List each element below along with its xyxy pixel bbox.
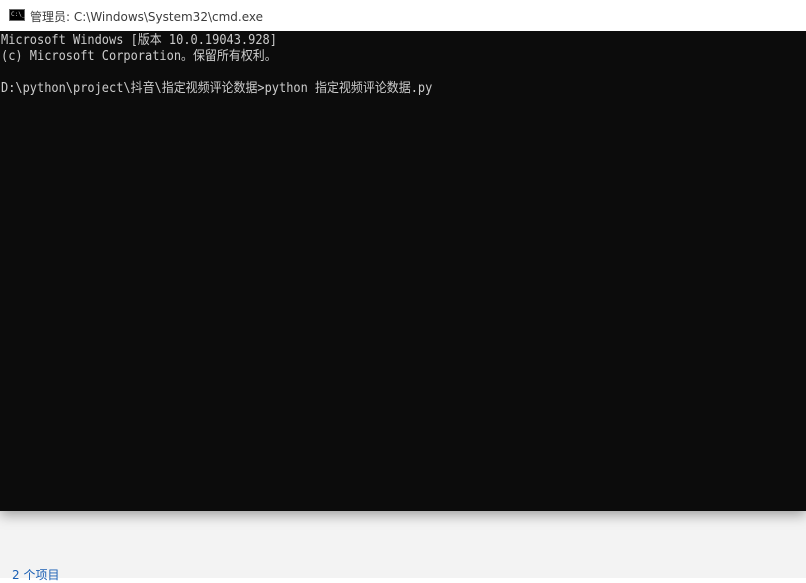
cmd-window[interactable]: 管理员: C:\Windows\System32\cmd.exe Microso… bbox=[0, 0, 806, 511]
cmd-icon bbox=[9, 9, 25, 21]
window-title: 管理员: C:\Windows\System32\cmd.exe bbox=[30, 10, 263, 24]
console-line-command: D:\python\project\抖音\指定视频评论数据>python 指定视… bbox=[1, 81, 433, 96]
console-line-copyright: (c) Microsoft Corporation。保留所有权利。 bbox=[1, 49, 277, 64]
explorer-status-count: 2 个项目 bbox=[12, 568, 60, 582]
console-line-version: Microsoft Windows [版本 10.0.19043.928] bbox=[1, 33, 277, 48]
title-bar[interactable]: 管理员: C:\Windows\System32\cmd.exe bbox=[0, 0, 806, 32]
console-output[interactable]: Microsoft Windows [版本 10.0.19043.928] (c… bbox=[0, 31, 806, 511]
